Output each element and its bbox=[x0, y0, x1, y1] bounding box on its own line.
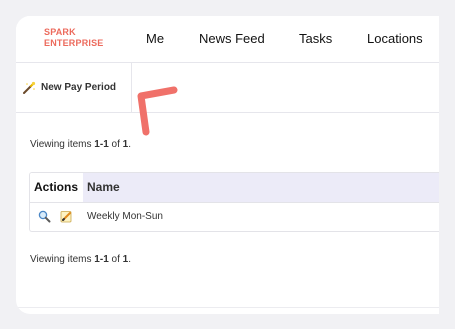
edit-icon[interactable] bbox=[60, 210, 73, 223]
table-row: Weekly Mon-Sun bbox=[30, 203, 439, 231]
pagination-summary-bottom: Viewing items 1-1 of 1. bbox=[30, 254, 131, 265]
top-navigation: SPARK ENTERPRISE Me News Feed Tasks Loca… bbox=[16, 16, 439, 63]
pagination-of: of bbox=[108, 254, 123, 265]
new-pay-period-button[interactable]: New Pay Period bbox=[16, 63, 132, 112]
app-window: SPARK ENTERPRISE Me News Feed Tasks Loca… bbox=[16, 16, 439, 314]
pagination-range: 1-1 bbox=[94, 254, 109, 265]
pagination-range: 1-1 bbox=[94, 139, 109, 150]
pagination-suffix: . bbox=[128, 254, 131, 265]
nav-item-tasks[interactable]: Tasks bbox=[299, 31, 332, 46]
pagination-prefix: Viewing items bbox=[30, 139, 95, 150]
new-pay-period-label: New Pay Period bbox=[41, 82, 117, 93]
pagination-suffix: . bbox=[128, 139, 131, 150]
pagination-of: of bbox=[108, 139, 123, 150]
pagination-summary-top: Viewing items 1-1 of 1. bbox=[30, 139, 131, 150]
pay-periods-table: Actions Name Weekly Mon-Sun bbox=[29, 172, 439, 232]
magnifier-icon[interactable] bbox=[38, 210, 51, 223]
column-header-actions: Actions bbox=[30, 173, 83, 202]
pagination-prefix: Viewing items bbox=[30, 254, 95, 265]
nav-item-news-feed[interactable]: News Feed bbox=[199, 31, 265, 46]
table-header: Actions Name bbox=[30, 173, 439, 203]
nav-item-me[interactable]: Me bbox=[146, 31, 164, 46]
divider bbox=[16, 307, 439, 308]
cell-name[interactable]: Weekly Mon-Sun bbox=[87, 211, 163, 222]
nav-item-locations[interactable]: Locations bbox=[367, 31, 423, 46]
brand-line-2: ENTERPRISE bbox=[44, 38, 104, 48]
column-header-name[interactable]: Name bbox=[83, 173, 439, 202]
brand-line-1: SPARK bbox=[44, 27, 76, 37]
magic-wand-icon bbox=[22, 81, 36, 95]
brand-logo[interactable]: SPARK ENTERPRISE bbox=[44, 27, 104, 49]
toolbar: New Pay Period bbox=[16, 63, 439, 113]
